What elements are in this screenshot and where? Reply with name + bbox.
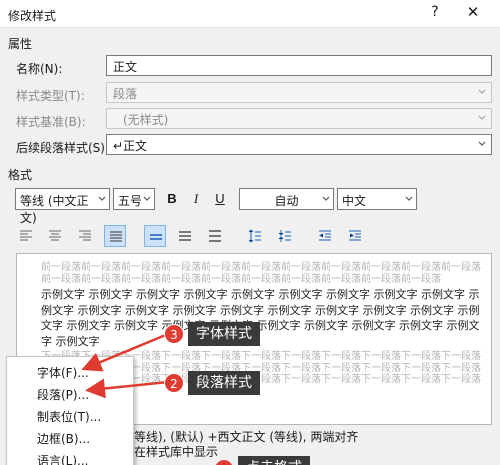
next-style-value: ↵正文 xyxy=(113,139,148,153)
space-before-decrease-button[interactable] xyxy=(274,225,296,247)
format-section-label: 格式 xyxy=(8,168,33,182)
decrease-indent-icon xyxy=(318,230,331,241)
chevron-down-icon xyxy=(322,193,330,205)
font-size-value: 五号 xyxy=(118,194,143,208)
properties-section-label: 属性 xyxy=(8,37,33,51)
chevron-down-icon xyxy=(478,138,486,150)
align-left-icon xyxy=(20,230,32,241)
increase-indent-button[interactable] xyxy=(344,225,366,247)
line-spacing-double-button[interactable] xyxy=(204,225,226,247)
align-justify-icon xyxy=(110,231,122,242)
name-label: 名称(N): xyxy=(16,62,63,76)
style-type-label: 样式类型(T): xyxy=(16,89,85,103)
chevron-down-icon xyxy=(405,193,413,205)
callout-paragraph-style: 段落样式 xyxy=(188,371,260,395)
increase-indent-icon xyxy=(349,230,361,241)
decrease-indent-button[interactable] xyxy=(314,225,336,247)
next-style-select[interactable]: ↵正文 xyxy=(106,134,492,155)
based-on-select: (无样式) xyxy=(106,108,492,129)
window-title: 修改样式 xyxy=(8,9,57,23)
align-right-icon xyxy=(79,230,91,241)
line-spacing-single-icon xyxy=(150,234,162,240)
menu-item-tabs[interactable]: 制表位(T)... xyxy=(37,408,101,425)
next-style-label: 后续段落样式(S): xyxy=(16,141,110,155)
script-select[interactable]: 中文 xyxy=(337,188,417,210)
underline-button[interactable]: U xyxy=(211,190,229,208)
chevron-down-icon xyxy=(478,86,486,98)
align-justify-button[interactable] xyxy=(104,225,126,247)
align-center-icon xyxy=(49,230,61,241)
align-center-button[interactable] xyxy=(44,225,66,247)
font-color-value: 自动 xyxy=(274,194,299,208)
align-left-button[interactable] xyxy=(15,225,37,247)
line-spacing-1-5-button[interactable] xyxy=(174,225,196,247)
based-on-label: 样式基准(B): xyxy=(16,115,86,129)
font-size-select[interactable]: 五号 xyxy=(113,188,155,210)
line-spacing-1-5-icon xyxy=(179,231,191,241)
help-button[interactable]: ? xyxy=(428,4,442,20)
menu-item-border[interactable]: 边框(B)... xyxy=(37,430,90,447)
space-after-icon xyxy=(278,230,291,242)
script-value: 中文 xyxy=(342,194,367,208)
menu-item-language[interactable]: 语言(L)... xyxy=(37,452,89,465)
menu-item-font[interactable]: 字体(F)... xyxy=(37,364,89,381)
menu-item-paragraph[interactable]: 段落(P)... xyxy=(37,386,89,403)
callout-badge-2: 2 xyxy=(164,373,184,393)
callout-font-style: 字体样式 xyxy=(188,322,260,346)
line-spacing-single-button[interactable] xyxy=(144,225,166,247)
callout-click-format: 点击格式 xyxy=(238,456,310,465)
bold-button[interactable]: B xyxy=(163,190,181,208)
font-select-value: 等线 (中文正文) xyxy=(20,194,89,225)
name-input[interactable]: 正文 xyxy=(106,55,492,76)
preview-previous-paragraph: 前一段落前一段落前一段落前一段落前一段落前一段落前一段落前一段落前一段落前一段落… xyxy=(41,262,481,285)
callout-badge-3: 3 xyxy=(164,324,184,344)
chevron-down-icon xyxy=(478,112,486,124)
based-on-value: (无样式) xyxy=(123,113,169,127)
name-input-value: 正文 xyxy=(113,60,138,74)
italic-button[interactable]: I xyxy=(187,190,205,208)
space-before-increase-button[interactable] xyxy=(244,225,266,247)
align-right-button[interactable] xyxy=(74,225,96,247)
font-color-select[interactable]: 自动 xyxy=(239,188,334,210)
chevron-down-icon xyxy=(98,193,106,205)
format-menu: 字体(F)... 段落(P)... 制表位(T)... 边框(B)... 语言(… xyxy=(6,356,134,465)
style-type-value: 段落 xyxy=(113,87,138,101)
space-before-icon xyxy=(248,229,261,243)
chevron-down-icon xyxy=(143,193,151,205)
title-bar: 修改样式 ? ✕ xyxy=(0,0,500,28)
style-description-line2: 在样式库中显示 xyxy=(134,445,219,459)
close-button[interactable]: ✕ xyxy=(464,3,482,21)
line-spacing-double-icon xyxy=(209,230,221,242)
font-select[interactable]: 等线 (中文正文) xyxy=(15,188,110,225)
style-type-select: 段落 xyxy=(106,82,492,103)
